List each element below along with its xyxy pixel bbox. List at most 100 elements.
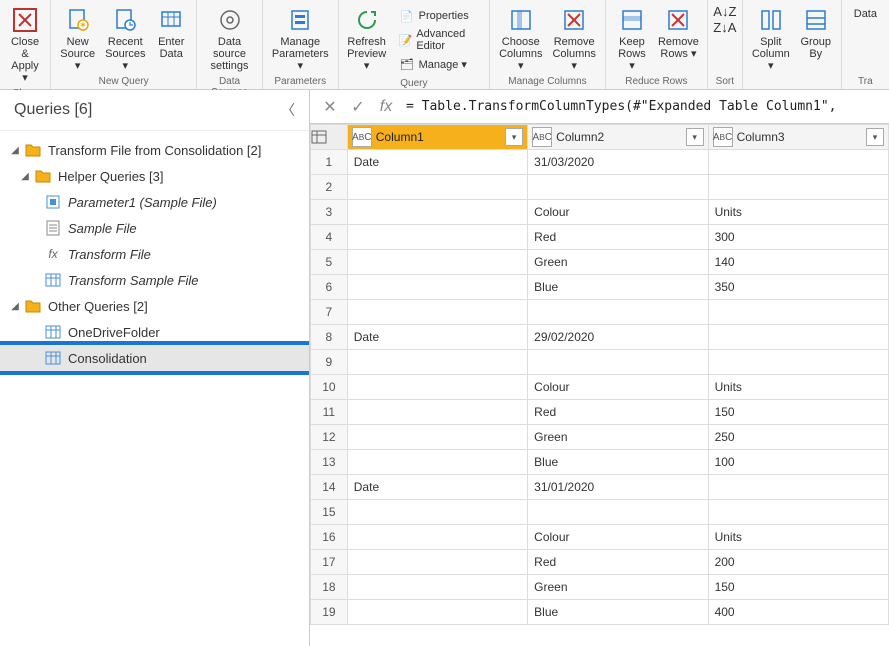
table-row[interactable]: 11 Red150	[311, 400, 889, 425]
cell[interactable]	[347, 450, 527, 475]
cell[interactable]: Colour	[528, 525, 708, 550]
row-number[interactable]: 8	[311, 325, 348, 350]
split-column-button[interactable]: SplitColumn ▾	[747, 4, 795, 74]
refresh-preview-button[interactable]: RefreshPreview ▾	[343, 4, 391, 74]
cell[interactable]	[347, 400, 527, 425]
tree-item-transform-sample-file[interactable]: Transform Sample File	[0, 267, 309, 293]
cell[interactable]: Units	[708, 525, 888, 550]
cell[interactable]: Red	[528, 400, 708, 425]
cell[interactable]: Units	[708, 200, 888, 225]
cell[interactable]: 400	[708, 600, 888, 625]
cell[interactable]: Colour	[528, 375, 708, 400]
cell[interactable]: 31/03/2020	[528, 150, 708, 175]
row-number[interactable]: 15	[311, 500, 348, 525]
row-number[interactable]: 5	[311, 250, 348, 275]
collapse-panel-button[interactable]: 〈	[281, 100, 295, 120]
cell[interactable]	[347, 200, 527, 225]
cell[interactable]	[347, 575, 527, 600]
manage-button[interactable]: 🗂Manage ▾	[395, 55, 481, 73]
cell[interactable]	[347, 275, 527, 300]
cell[interactable]	[347, 300, 527, 325]
cell[interactable]	[347, 425, 527, 450]
cell[interactable]: 200	[708, 550, 888, 575]
cell[interactable]	[708, 500, 888, 525]
table-row[interactable]: 14Date31/01/2020	[311, 475, 889, 500]
data-grid[interactable]: ABC Column1 ▾ ABC Column2 ▾	[310, 124, 889, 646]
cell[interactable]: 100	[708, 450, 888, 475]
cell[interactable]	[347, 175, 527, 200]
cell[interactable]: Green	[528, 425, 708, 450]
cell[interactable]: Green	[528, 250, 708, 275]
recent-sources-button[interactable]: RecentSources ▾	[100, 4, 150, 74]
row-number[interactable]: 17	[311, 550, 348, 575]
table-row[interactable]: 7	[311, 300, 889, 325]
cell[interactable]	[528, 300, 708, 325]
formula-input[interactable]: = Table.TransformColumnTypes(#"Expanded …	[406, 99, 883, 114]
column-header-column3[interactable]: ABC Column3 ▾	[708, 125, 888, 150]
tree-group-helper-queries[interactable]: ◢ Helper Queries [3]	[0, 163, 309, 189]
table-row[interactable]: 1Date31/03/2020	[311, 150, 889, 175]
tree-group-transform-file[interactable]: ◢ Transform File from Consolidation [2]	[0, 137, 309, 163]
cell[interactable]: Green	[528, 575, 708, 600]
cell[interactable]	[347, 350, 527, 375]
row-number[interactable]: 9	[311, 350, 348, 375]
choose-columns-button[interactable]: ChooseColumns ▾	[494, 4, 547, 74]
cell[interactable]	[708, 150, 888, 175]
cell[interactable]: Date	[347, 150, 527, 175]
cell[interactable]	[347, 500, 527, 525]
row-number[interactable]: 4	[311, 225, 348, 250]
column-filter-button[interactable]: ▾	[686, 128, 704, 146]
table-row[interactable]: 15	[311, 500, 889, 525]
row-number[interactable]: 19	[311, 600, 348, 625]
row-number[interactable]: 11	[311, 400, 348, 425]
cell[interactable]: 250	[708, 425, 888, 450]
data-source-settings-button[interactable]: Data sourcesettings	[201, 4, 258, 74]
row-number[interactable]: 12	[311, 425, 348, 450]
table-row[interactable]: 13 Blue100	[311, 450, 889, 475]
cell[interactable]	[528, 350, 708, 375]
cell[interactable]: Units	[708, 375, 888, 400]
remove-rows-button[interactable]: RemoveRows ▾	[654, 4, 703, 62]
row-number[interactable]: 7	[311, 300, 348, 325]
cell[interactable]: Date	[347, 325, 527, 350]
cell[interactable]: Colour	[528, 200, 708, 225]
cell[interactable]: 350	[708, 275, 888, 300]
advanced-editor-button[interactable]: 📝Advanced Editor	[395, 27, 481, 53]
cell[interactable]	[347, 250, 527, 275]
formula-commit-button[interactable]: ✓	[344, 93, 372, 121]
column-header-column1[interactable]: ABC Column1 ▾	[347, 125, 527, 150]
tree-item-consolidation[interactable]: Consolidation	[0, 345, 309, 371]
cell[interactable]	[708, 175, 888, 200]
manage-parameters-button[interactable]: ManageParameters ▾	[267, 4, 334, 74]
tree-group-other-queries[interactable]: ◢ Other Queries [2]	[0, 293, 309, 319]
cell[interactable]	[347, 375, 527, 400]
cell[interactable]	[708, 300, 888, 325]
tree-item-sample-file[interactable]: Sample File	[0, 215, 309, 241]
remove-columns-button[interactable]: RemoveColumns ▾	[547, 4, 600, 74]
table-row[interactable]: 6Blue350	[311, 275, 889, 300]
column-header-column2[interactable]: ABC Column2 ▾	[528, 125, 708, 150]
tree-item-onedrivefolder[interactable]: OneDriveFolder	[0, 319, 309, 345]
cell[interactable]: Blue	[528, 275, 708, 300]
cell[interactable]	[708, 475, 888, 500]
cell[interactable]: Red	[528, 225, 708, 250]
table-row[interactable]: 2	[311, 175, 889, 200]
row-number[interactable]: 3	[311, 200, 348, 225]
row-number[interactable]: 13	[311, 450, 348, 475]
cell[interactable]	[708, 325, 888, 350]
table-row[interactable]: 4Red300	[311, 225, 889, 250]
cell[interactable]: 31/01/2020	[528, 475, 708, 500]
data-type-button[interactable]: Data	[850, 7, 881, 21]
table-row[interactable]: 9	[311, 350, 889, 375]
row-number[interactable]: 14	[311, 475, 348, 500]
cell[interactable]: Blue	[528, 450, 708, 475]
table-row[interactable]: 5Green140	[311, 250, 889, 275]
tree-item-transform-file[interactable]: fx Transform File	[0, 241, 309, 267]
cell[interactable]: Date	[347, 475, 527, 500]
column-filter-button[interactable]: ▾	[866, 128, 884, 146]
cell[interactable]: 29/02/2020	[528, 325, 708, 350]
cell[interactable]: 150	[708, 400, 888, 425]
cell[interactable]	[347, 225, 527, 250]
sort-desc-button[interactable]: Z↓A	[712, 20, 738, 36]
row-number[interactable]: 18	[311, 575, 348, 600]
